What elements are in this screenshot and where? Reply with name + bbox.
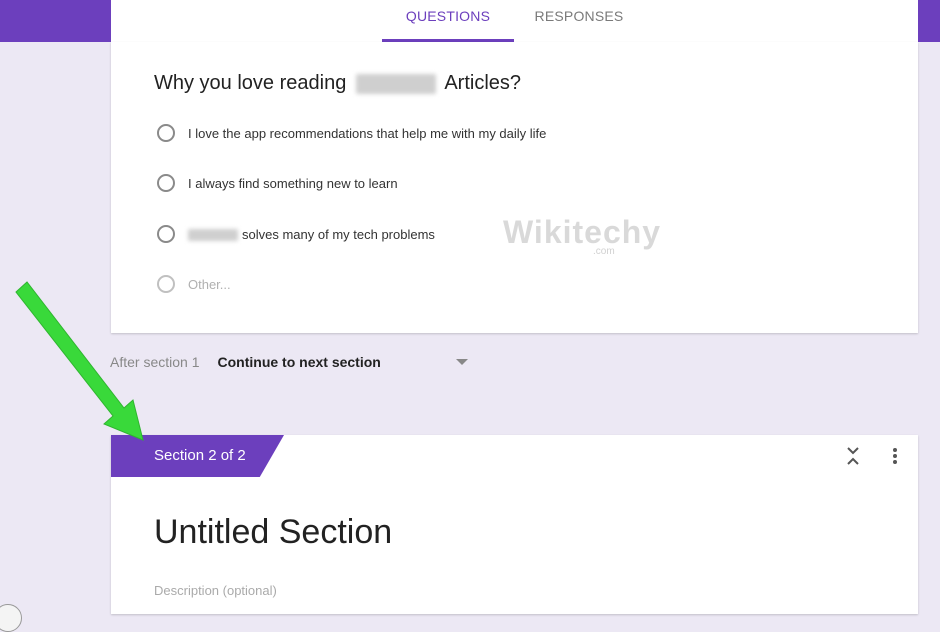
radio-unchecked-icon[interactable] bbox=[157, 275, 175, 293]
tab-responses[interactable]: RESPONSES bbox=[521, 0, 637, 42]
after-section-label: After section 1 bbox=[110, 354, 200, 370]
watermark-text: Wikitechy bbox=[503, 214, 662, 250]
option-label: solves many of my tech problems bbox=[242, 226, 435, 242]
section-card: Section 2 of 2 Untitled Section Descript… bbox=[111, 435, 918, 614]
after-section-select[interactable]: Continue to next section bbox=[218, 354, 456, 370]
tab-questions[interactable]: QUESTIONS bbox=[382, 0, 514, 42]
collapse-icon[interactable] bbox=[844, 445, 862, 467]
after-section-row: After section 1 Continue to next section bbox=[110, 352, 468, 372]
more-vert-icon[interactable] bbox=[886, 445, 904, 467]
question-title-start: Why you love reading bbox=[154, 72, 347, 94]
option-2[interactable]: I always find something new to learn bbox=[157, 171, 398, 195]
radio-unchecked-icon[interactable] bbox=[157, 225, 175, 243]
question-title[interactable]: Why you love reading Articles? bbox=[154, 72, 521, 95]
tabs-bar: QUESTIONS RESPONSES bbox=[111, 0, 918, 43]
radio-unchecked-icon[interactable] bbox=[157, 174, 175, 192]
section-title[interactable]: Untitled Section bbox=[154, 513, 392, 552]
radio-unchecked-icon[interactable] bbox=[157, 124, 175, 142]
question-title-end: Articles? bbox=[444, 72, 522, 94]
option-other[interactable]: Other... bbox=[157, 272, 231, 296]
option-3[interactable]: solves many of my tech problems bbox=[157, 222, 435, 246]
redacted-site-name bbox=[188, 229, 238, 242]
option-label-wrapper: solves many of my tech problems bbox=[188, 227, 435, 242]
question-card: Why you love reading Articles? I love th… bbox=[111, 42, 918, 333]
option-other-label: Other... bbox=[188, 276, 231, 292]
section-description-field[interactable]: Description (optional) bbox=[154, 583, 277, 598]
option-label: I love the app recommendations that help… bbox=[188, 125, 547, 141]
corner-circle-icon bbox=[0, 604, 22, 632]
option-label: I always find something new to learn bbox=[188, 175, 398, 191]
section-tab-label: Section 2 of 2 bbox=[154, 447, 246, 464]
watermark-sub: .com bbox=[593, 246, 615, 257]
dropdown-arrow-icon[interactable] bbox=[455, 359, 468, 365]
option-1[interactable]: I love the app recommendations that help… bbox=[157, 121, 546, 145]
redacted-site-name bbox=[355, 73, 436, 94]
